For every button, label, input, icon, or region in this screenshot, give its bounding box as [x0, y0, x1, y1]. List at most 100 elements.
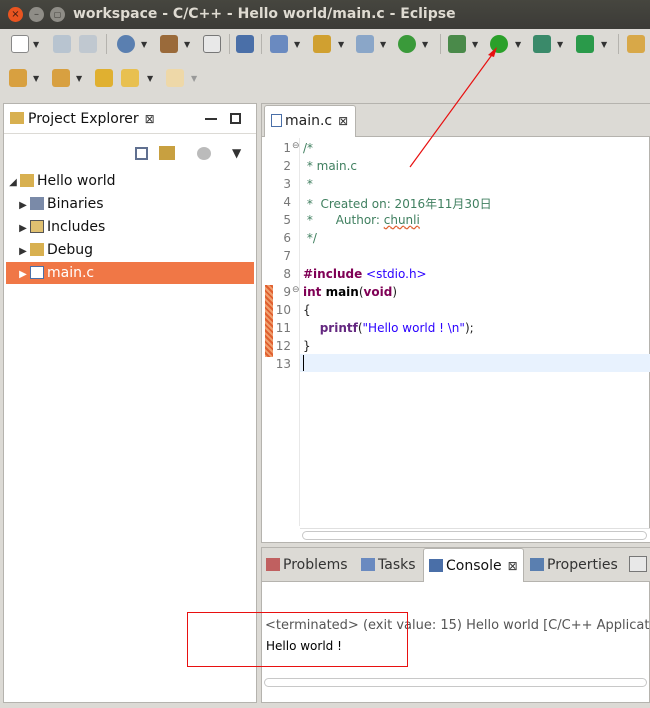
- chevron-down-icon[interactable]: ▼: [76, 74, 82, 83]
- tree-label: Binaries: [47, 196, 104, 212]
- code-line[interactable]: * Author: chunli: [303, 213, 420, 227]
- chevron-down-icon[interactable]: ▼: [141, 40, 147, 49]
- binary-icon[interactable]: [629, 556, 647, 572]
- minimize-panel-icon[interactable]: [205, 118, 217, 120]
- editor-tab-bar: main.c ⊠: [262, 104, 650, 137]
- open-folder-icon[interactable]: [627, 35, 645, 53]
- tab-label: Console: [446, 558, 502, 574]
- maximize-window-button[interactable]: ▢: [50, 7, 65, 22]
- project-explorer-tab[interactable]: Project Explorer ⊠: [4, 104, 155, 134]
- filter-icon[interactable]: [197, 147, 211, 160]
- new-run-icon[interactable]: [398, 35, 416, 53]
- collapsed-triangle-icon[interactable]: ▶: [16, 264, 30, 286]
- tree-item-hello-world[interactable]: ◢ Hello world: [6, 170, 115, 192]
- tab-tasks[interactable]: Tasks: [361, 548, 416, 582]
- code-line[interactable]: {: [303, 303, 311, 317]
- chevron-down-icon[interactable]: ▼: [515, 40, 521, 49]
- line-number: 6: [283, 231, 291, 245]
- maximize-panel-icon[interactable]: [230, 113, 241, 124]
- close-icon[interactable]: ⊠: [508, 559, 518, 573]
- link-editor-icon[interactable]: [159, 146, 175, 160]
- code-text: ): [392, 285, 397, 299]
- title-bar: × – ▢ workspace - C/C++ - Hello world/ma…: [0, 0, 650, 29]
- author-name: chunli: [383, 213, 420, 227]
- expanded-triangle-icon[interactable]: ◢: [6, 172, 20, 194]
- line-number: 1: [283, 141, 291, 155]
- back-arrow-icon[interactable]: [121, 69, 139, 87]
- collapsed-triangle-icon[interactable]: ▶: [16, 218, 30, 240]
- tree-item-debug[interactable]: ▶ Debug: [16, 239, 93, 261]
- line-number: 8: [283, 267, 291, 281]
- chevron-down-icon[interactable]: ▼: [380, 40, 386, 49]
- chevron-down-icon[interactable]: ▼: [472, 40, 478, 49]
- chevron-down-icon[interactable]: ▼: [33, 40, 39, 49]
- properties-icon: [530, 558, 544, 571]
- current-line-highlight: [300, 354, 650, 372]
- previous-annotation-icon[interactable]: [52, 69, 70, 87]
- code-line[interactable]: *: [303, 177, 313, 191]
- chevron-down-icon[interactable]: ▼: [338, 40, 344, 49]
- last-edit-icon[interactable]: [95, 69, 113, 87]
- code-line[interactable]: #include <stdio.h>: [303, 267, 427, 281]
- save-icon[interactable]: [53, 35, 71, 53]
- tab-problems[interactable]: Problems: [266, 548, 348, 582]
- code-line[interactable]: printf("Hello world ! \n");: [303, 321, 474, 335]
- tree-item-binaries[interactable]: ▶ Binaries: [16, 193, 104, 217]
- view-menu-icon[interactable]: ▼: [232, 146, 241, 160]
- collapsed-triangle-icon[interactable]: ▶: [16, 195, 30, 217]
- debug-bug-icon[interactable]: [448, 35, 466, 53]
- tab-label: Properties: [547, 557, 618, 573]
- tab-properties[interactable]: Properties: [530, 548, 618, 582]
- run-external-tool-icon[interactable]: [576, 35, 594, 53]
- build-config-icon[interactable]: [117, 35, 135, 53]
- code-line[interactable]: int main(void): [303, 285, 397, 299]
- code-line[interactable]: * Created on: 2016年11月30日: [303, 195, 492, 212]
- collapse-all-icon[interactable]: [135, 147, 148, 160]
- chevron-down-icon[interactable]: ▼: [294, 40, 300, 49]
- console-horizontal-scrollbar[interactable]: [262, 676, 650, 690]
- new-icon[interactable]: [11, 35, 29, 53]
- console-tab-bar: Problems Tasks Console ⊠ Properties: [262, 548, 650, 582]
- chevron-down-icon[interactable]: ▼: [191, 74, 197, 83]
- fold-icon[interactable]: ⊖: [292, 141, 300, 151]
- code-line[interactable]: }: [303, 339, 311, 353]
- chevron-down-icon[interactable]: ▼: [422, 40, 428, 49]
- editor-tab-label: main.c: [285, 113, 333, 129]
- forward-arrow-icon[interactable]: [166, 69, 184, 87]
- chevron-down-icon[interactable]: ▼: [601, 40, 607, 49]
- tree-item-includes[interactable]: ▶ Includes: [16, 216, 105, 238]
- chevron-down-icon[interactable]: ▼: [184, 40, 190, 49]
- minimize-window-button[interactable]: –: [29, 7, 44, 22]
- chevron-down-icon[interactable]: ▼: [147, 74, 153, 83]
- build-hammer-icon[interactable]: [160, 35, 178, 53]
- tab-console[interactable]: Console ⊠: [423, 548, 524, 582]
- chevron-down-icon[interactable]: ▼: [33, 74, 39, 83]
- debug-tool-icon[interactable]: [236, 35, 254, 53]
- tree-label: Debug: [47, 242, 94, 258]
- next-annotation-icon[interactable]: [9, 69, 27, 87]
- line-number: 3: [283, 177, 291, 191]
- code-function: printf: [303, 321, 358, 335]
- binary-icon[interactable]: [203, 35, 221, 53]
- code-line[interactable]: /*: [303, 141, 313, 155]
- binaries-icon: [30, 197, 44, 210]
- close-icon[interactable]: ⊠: [338, 114, 348, 128]
- new-project-icon[interactable]: [270, 35, 288, 53]
- line-number: 5: [283, 213, 291, 227]
- tab-main-c[interactable]: main.c ⊠: [264, 105, 356, 137]
- close-window-button[interactable]: ×: [8, 7, 23, 22]
- close-icon[interactable]: ⊠: [145, 112, 155, 126]
- save-all-icon[interactable]: [79, 35, 97, 53]
- window-title: workspace - C/C++ - Hello world/main.c -…: [73, 6, 456, 22]
- fold-icon[interactable]: ⊖: [292, 285, 300, 295]
- new-folder-icon[interactable]: [313, 35, 331, 53]
- editor-horizontal-scrollbar[interactable]: [300, 528, 650, 542]
- run-icon[interactable]: [490, 35, 508, 53]
- code-line[interactable]: * main.c: [303, 159, 357, 173]
- tree-item-main-c[interactable]: ▶ main.c: [16, 262, 94, 284]
- run-coverage-icon[interactable]: [533, 35, 551, 53]
- code-line[interactable]: */: [303, 231, 317, 245]
- new-class-icon[interactable]: [356, 35, 374, 53]
- chevron-down-icon[interactable]: ▼: [557, 40, 563, 49]
- collapsed-triangle-icon[interactable]: ▶: [16, 241, 30, 263]
